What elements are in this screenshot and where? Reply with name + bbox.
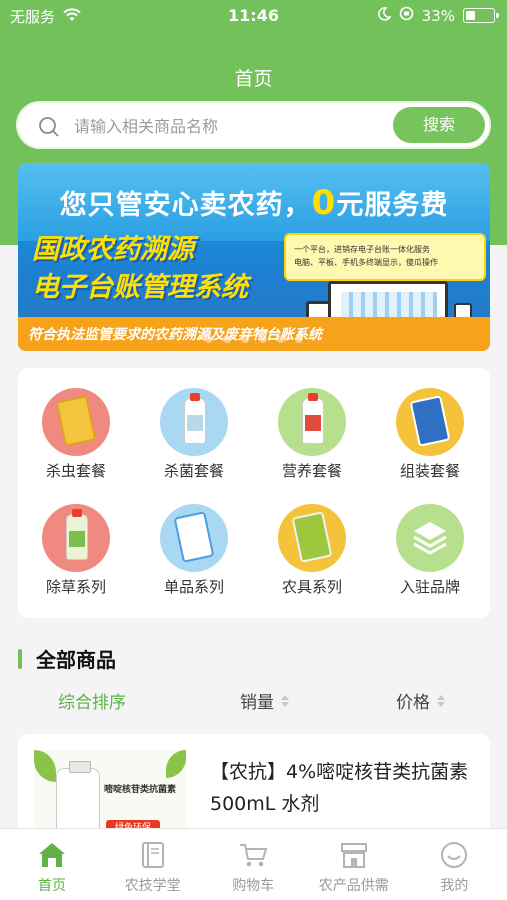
banner-pager-dot[interactable] <box>205 335 213 343</box>
category-label: 单品系列 <box>163 578 224 596</box>
category-item[interactable]: 杀菌套餐 <box>144 388 244 481</box>
banner-callout-line1: 一个平台，进销存电子台账一体化服务 <box>294 245 430 254</box>
fungicide-bottle-icon <box>160 388 228 456</box>
banner-headline-prefix: 您只管安心卖农药， <box>59 190 312 221</box>
category-item[interactable]: 组装套餐 <box>380 388 480 481</box>
sort-arrows-icon <box>281 694 289 707</box>
battery-fill <box>466 11 475 20</box>
tab-label: 首页 <box>38 878 66 894</box>
category-label: 杀菌套餐 <box>163 462 224 480</box>
category-label: 杀虫套餐 <box>45 462 106 480</box>
search-icon <box>38 116 60 142</box>
tab-label: 购物车 <box>232 878 275 894</box>
insecticide-package-icon <box>42 388 110 456</box>
status-bar: 无服务 11:46 33% <box>0 0 507 32</box>
layers-icon <box>396 504 464 572</box>
banner-pager-dot[interactable] <box>241 335 249 343</box>
product-image-text: 嘧啶核苷类抗菌素 <box>104 785 177 795</box>
banner-pager <box>18 335 490 343</box>
products-section-header: 全部商品 <box>18 644 116 673</box>
banner-title: 国政农药溯源 电子台账管理系统 <box>32 231 248 307</box>
bottom-tab-bar: 首页 农技学堂 购物车 农产品供需 我的 <box>0 828 507 900</box>
battery-percent: 33% <box>421 6 455 25</box>
leaf-decoration <box>166 750 186 778</box>
cart-icon <box>203 837 303 869</box>
search-input[interactable] <box>74 113 374 139</box>
category-label: 组装套餐 <box>399 462 460 480</box>
category-label: 除草系列 <box>45 578 106 596</box>
category-item[interactable]: 入驻品牌 <box>380 504 480 597</box>
sort-sales[interactable]: 销量 <box>240 688 289 713</box>
banner-headline: 您只管安心卖农药，0元服务费 <box>18 183 490 223</box>
sort-bar: 综合排序 销量 价格 <box>0 688 507 714</box>
sort-default[interactable]: 综合排序 <box>58 688 126 713</box>
category-item[interactable]: 营养套餐 <box>262 388 362 481</box>
banner-title-line1: 国政农药溯源 <box>32 234 194 265</box>
page-title: 首页 <box>234 68 273 90</box>
category-grid: 杀虫套餐 杀菌套餐 营养套餐 组装套餐除草系列 单品系列 农具系列 入驻品牌 <box>18 368 490 618</box>
category-item[interactable]: 除草系列 <box>26 504 126 597</box>
market-icon <box>304 837 404 869</box>
tab-book[interactable]: 农技学堂 <box>103 837 203 895</box>
single-product-icon <box>160 504 228 572</box>
moon-icon <box>377 6 392 25</box>
herbicide-bottle-icon <box>42 504 110 572</box>
banner-callout-line2: 电脑、平板、手机多终端显示，傻瓜操作 <box>294 258 438 267</box>
banner-callout: 一个平台，进销存电子台账一体化服务 电脑、平板、手机多终端显示，傻瓜操作 <box>284 233 486 281</box>
section-accent-bar <box>18 648 22 669</box>
banner-footer-strip: 符合执法监管要求的农药溯源及废弃物台账系统 <box>18 317 490 351</box>
category-label: 营养套餐 <box>281 462 342 480</box>
sort-sales-label: 销量 <box>240 693 274 713</box>
tab-label: 我的 <box>440 878 469 894</box>
sort-price[interactable]: 价格 <box>396 688 445 713</box>
rotation-lock-icon <box>399 6 414 25</box>
search-bar: 搜索 <box>16 101 491 149</box>
banner-pager-dot[interactable] <box>223 335 231 343</box>
tab-label: 农技学堂 <box>124 878 181 894</box>
tab-label: 农产品供需 <box>318 878 389 894</box>
status-right: 33% <box>377 6 499 25</box>
home-icon <box>2 837 102 869</box>
tab-market[interactable]: 农产品供需 <box>304 837 404 895</box>
products-section-title: 全部商品 <box>36 648 116 672</box>
nutrition-bottle-icon <box>278 388 346 456</box>
banner-pager-dot[interactable] <box>277 335 285 343</box>
battery-icon <box>463 8 499 23</box>
sort-price-label: 价格 <box>396 693 430 713</box>
banner-headline-zero: 0 <box>311 183 337 223</box>
tab-cart[interactable]: 购物车 <box>203 837 303 895</box>
search-button[interactable]: 搜索 <box>393 107 485 143</box>
category-item[interactable]: 农具系列 <box>262 504 362 597</box>
banner-headline-suffix: 元服务费 <box>336 190 449 221</box>
promo-banner[interactable]: 您只管安心卖农药，0元服务费 国政农药溯源 电子台账管理系统 一个平台，进销存电… <box>18 163 490 351</box>
category-item[interactable]: 杀虫套餐 <box>26 388 126 481</box>
tab-home[interactable]: 首页 <box>2 837 102 895</box>
product-name: 【农抗】4%嘧啶核苷类抗菌素 500mL 水剂 <box>210 761 469 815</box>
combo-package-icon <box>396 388 464 456</box>
leaf-decoration <box>34 750 56 782</box>
banner-pager-dot[interactable] <box>259 335 267 343</box>
farm-tool-icon <box>278 504 346 572</box>
sort-arrows-icon <box>437 694 445 707</box>
profile-icon <box>404 837 504 869</box>
banner-title-line2: 电子台账管理系统 <box>32 272 248 303</box>
banner-pager-dot[interactable] <box>295 335 303 343</box>
category-label: 入驻品牌 <box>399 578 460 596</box>
sort-default-label: 综合排序 <box>58 693 126 713</box>
category-label: 农具系列 <box>281 578 342 596</box>
book-icon <box>103 837 203 869</box>
category-item[interactable]: 单品系列 <box>144 504 244 597</box>
tab-profile[interactable]: 我的 <box>404 837 504 895</box>
